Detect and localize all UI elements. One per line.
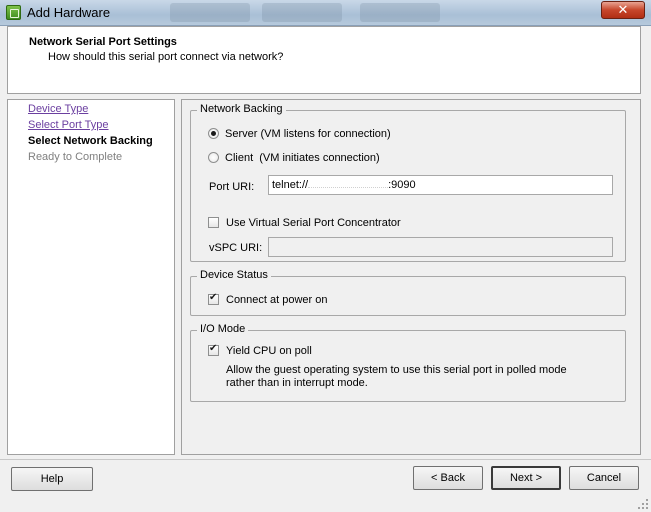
port-uri-input[interactable]: telnet:// :9090 [268, 175, 613, 195]
device-status-title: Device Status [197, 269, 271, 281]
background-window-ghost [170, 3, 250, 22]
close-button[interactable]: ✕ [601, 1, 645, 19]
io-mode-description-line1: Allow the guest operating system to use … [226, 364, 567, 376]
nav-step-select-network-backing: Select Network Backing [28, 135, 153, 147]
server-label[interactable]: Server (VM listens for connection) [225, 128, 391, 140]
client-label-text: Client [225, 152, 254, 164]
nav-step-select-port-type[interactable]: Select Port Type [28, 119, 109, 131]
port-uri-label: Port URI: [209, 181, 255, 193]
wizard-header: Network Serial Port Settings How should … [7, 26, 641, 94]
wizard-steps-nav: Device Type Select Port Type Select Netw… [7, 99, 175, 455]
vspc-checkbox-label[interactable]: Use Virtual Serial Port Concentrator [226, 217, 401, 229]
vspc-uri-label: vSPC URI: [209, 242, 263, 254]
client-description: (VM initiates connection) [259, 152, 380, 164]
client-label[interactable]: Client (VM initiates connection) [225, 152, 380, 164]
background-window-ghost [262, 3, 342, 22]
connect-at-power-on-checkbox[interactable] [208, 292, 219, 305]
title-bar: Add Hardware ✕ [0, 0, 651, 26]
close-icon: ✕ [617, 2, 629, 17]
app-icon [6, 5, 21, 20]
io-mode-title: I/O Mode [197, 323, 249, 335]
yield-cpu-label[interactable]: Yield CPU on poll [226, 345, 312, 357]
network-backing-title: Network Backing [197, 103, 286, 115]
page-title: Network Serial Port Settings [29, 36, 177, 48]
help-button[interactable]: Help [11, 467, 93, 491]
nav-step-device-type[interactable]: Device Type [28, 103, 88, 115]
server-radio[interactable] [208, 128, 219, 139]
resize-grip-icon[interactable] [637, 498, 649, 510]
yield-cpu-checkbox[interactable] [208, 343, 219, 356]
io-mode-group: I/O Mode Yield CPU on poll Allow the gue… [190, 323, 626, 402]
page-subtitle: How should this serial port connect via … [48, 51, 284, 63]
server-description: (VM listens for connection) [260, 128, 391, 140]
port-uri-redacted-host [308, 187, 389, 188]
main-panel: Network Backing Server (VM listens for c… [181, 99, 641, 455]
device-status-group: Device Status Connect at power on [190, 269, 626, 316]
back-button[interactable]: < Back [413, 466, 483, 490]
connect-at-power-on-label[interactable]: Connect at power on [226, 294, 328, 306]
server-label-text: Server [225, 128, 258, 140]
port-uri-suffix: :9090 [388, 179, 416, 191]
next-button[interactable]: Next > [491, 466, 561, 490]
io-mode-description-line2: rather than in interrupt mode. [226, 377, 368, 389]
nav-step-ready-to-complete: Ready to Complete [28, 151, 123, 163]
window-title: Add Hardware [27, 5, 111, 20]
network-backing-group: Network Backing Server (VM listens for c… [190, 103, 626, 262]
vspc-uri-input[interactable] [268, 237, 613, 257]
vspc-checkbox[interactable] [208, 217, 219, 228]
background-window-ghost [360, 3, 440, 22]
cancel-button[interactable]: Cancel [569, 466, 639, 490]
client-radio[interactable] [208, 152, 219, 163]
port-uri-prefix: telnet:// [272, 179, 309, 191]
